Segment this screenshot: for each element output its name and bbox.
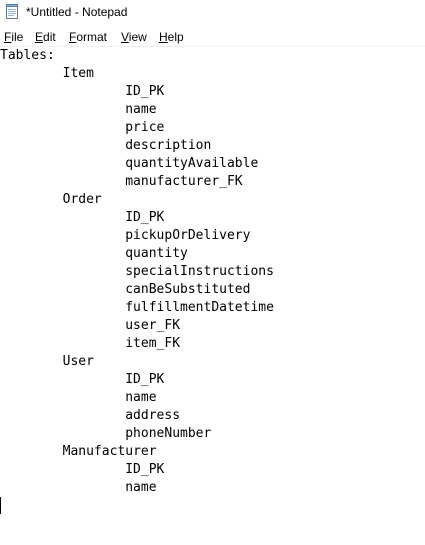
notepad-window: *Untitled - Notepad File Edit Format Vie… (0, 0, 425, 545)
document-line: manufacturer_FK (0, 174, 243, 189)
document-line: name (0, 390, 157, 405)
document-line: address (0, 408, 181, 423)
document-line: user_FK (0, 318, 181, 333)
menu-edit[interactable]: Edit (35, 29, 56, 45)
document-line: User (0, 354, 94, 369)
document-line: name (0, 480, 157, 495)
menu-help[interactable]: Help (159, 29, 184, 45)
document-line: quantityAvailable (0, 156, 259, 171)
menu-format[interactable]: Format (69, 29, 107, 45)
menu-view-label: iew (128, 30, 147, 44)
notepad-icon (6, 4, 18, 19)
document-line: specialInstructions (0, 264, 274, 279)
document-line: ID_PK (0, 210, 165, 225)
menu-file[interactable]: File (4, 29, 23, 45)
text-editor[interactable]: Tables: Item ID_PK name price descriptio… (0, 47, 425, 545)
menu-file-label: ile (11, 30, 24, 44)
document-line: ID_PK (0, 462, 165, 477)
title-bar[interactable]: *Untitled - Notepad (0, 0, 425, 26)
document-line: item_FK (0, 336, 181, 351)
menu-view-mnemonic: V (121, 30, 129, 44)
document-line: Tables: (0, 48, 55, 63)
document-line: ID_PK (0, 372, 165, 387)
document-line: Manufacturer (0, 444, 157, 459)
document-line: ID_PK (0, 84, 165, 99)
menu-bar: File Edit Format View Help (0, 27, 425, 46)
menu-help-label: elp (167, 30, 184, 44)
window-title: *Untitled - Notepad (26, 5, 128, 19)
menu-format-label: ormat (76, 30, 108, 44)
document-line: description (0, 138, 212, 153)
menu-help-mnemonic: H (159, 30, 168, 44)
document-line: phoneNumber (0, 426, 212, 441)
menu-edit-mnemonic: E (35, 30, 44, 44)
menu-edit-label: dit (43, 30, 56, 44)
menu-view[interactable]: View (121, 29, 147, 45)
document-line: Item (0, 66, 94, 81)
document-line: price (0, 120, 165, 135)
document-line: canBeSubstituted (0, 282, 251, 297)
text-caret (0, 497, 1, 514)
document-line: quantity (0, 246, 188, 261)
document-line: Order (0, 192, 102, 207)
document-line: name (0, 102, 157, 117)
document-line: pickupOrDelivery (0, 228, 251, 243)
document-line: fulfillmentDatetime (0, 300, 274, 315)
